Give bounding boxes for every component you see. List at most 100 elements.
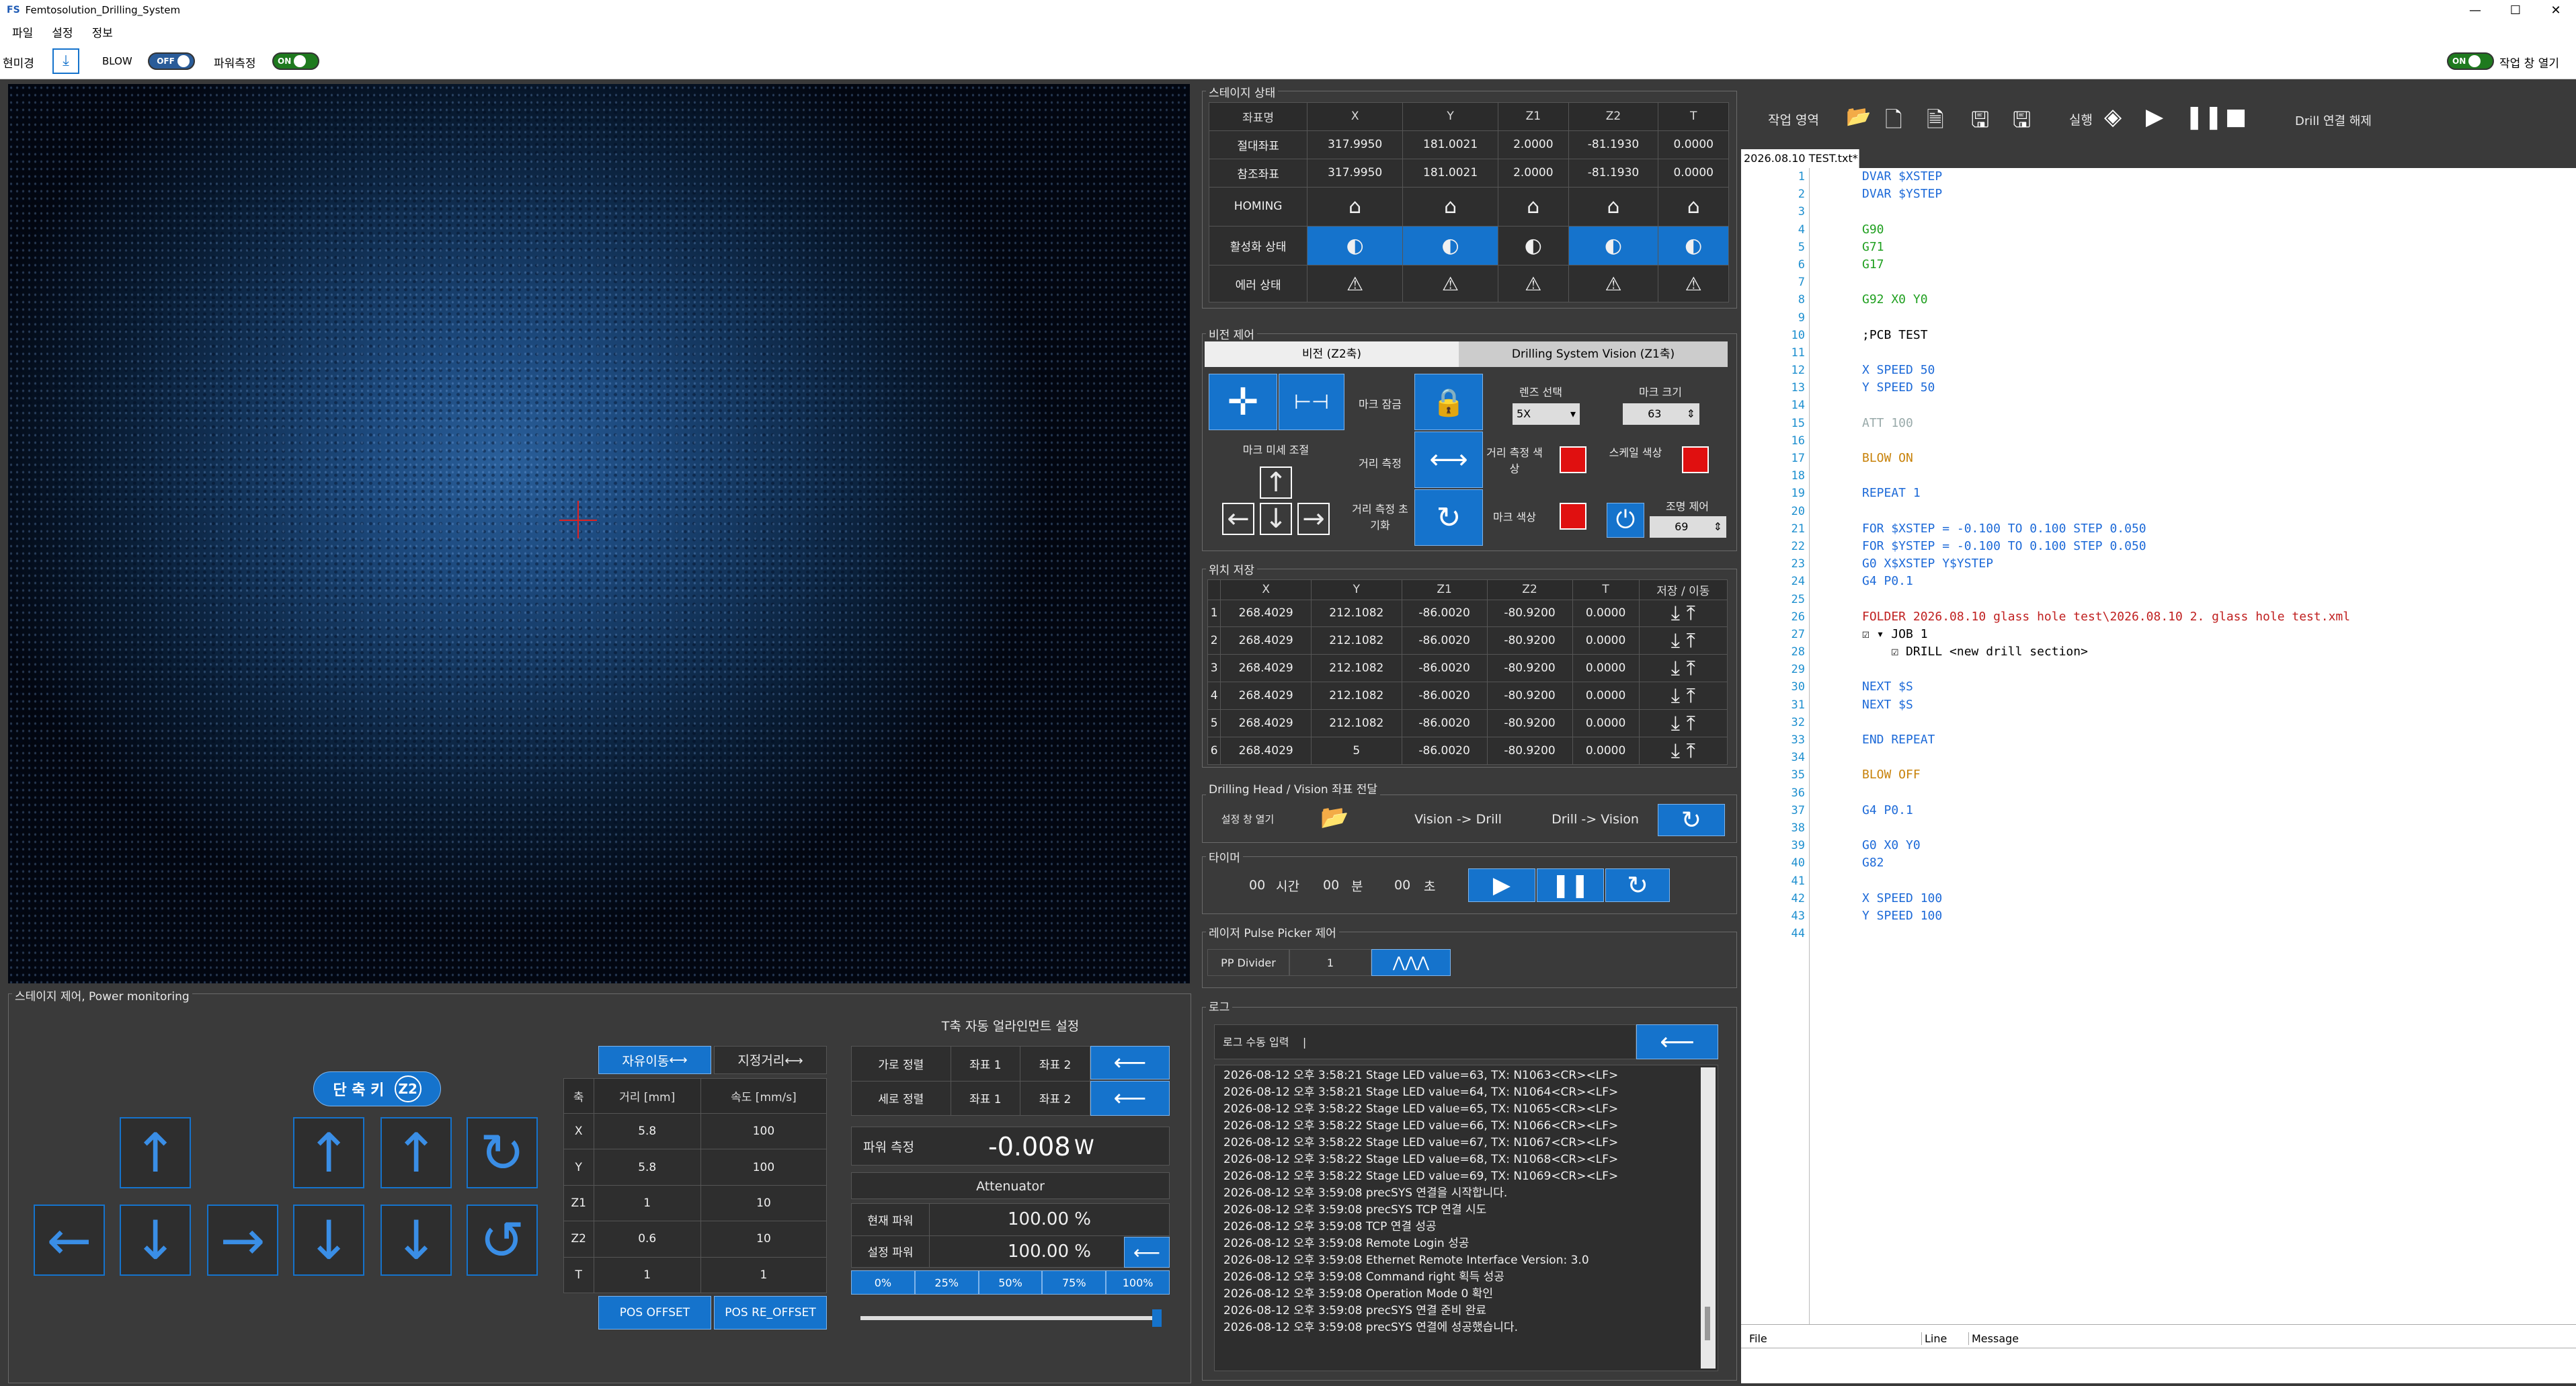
home-icon[interactable]: ⌂ [1307,186,1404,227]
dist-cell[interactable]: 5.8 [593,1149,701,1186]
transfer-refresh-button[interactable]: ↻ [1658,804,1725,836]
menu-settings[interactable]: 설정 [52,24,73,40]
speed-cell[interactable]: 1 [700,1256,828,1294]
save-move-icons[interactable]: ⤓ ⤒ [1638,599,1728,628]
fixed-distance-button[interactable]: 지정거리⟷ [714,1046,827,1074]
menu-file[interactable]: 파일 [12,24,33,40]
free-move-button[interactable]: 자유이동 ⟷ [598,1046,711,1074]
distance-measure-button[interactable]: ⟷ [1414,432,1483,488]
work-window-toggle[interactable]: ON [2447,52,2494,70]
save-move-icons[interactable]: ⤓ ⤒ [1638,682,1728,710]
code-editor[interactable]: 1 2 3 4 5 6 7 8 9 10 11 12 13 14 15 16 17 18 19 20 21 22 23 24 2… [1741,168,2576,1344]
tab-vision-z2[interactable]: 비전 (Z2축) [1205,341,1459,367]
run-pause-icon[interactable]: ❚❚ [2185,104,2223,130]
mark-color-swatch[interactable] [1560,503,1586,530]
fine-down-button[interactable]: ↓ [1260,503,1292,535]
new-file-icon[interactable]: 🗋 [1885,105,1902,141]
lock-icon[interactable]: 🔒 [1414,374,1483,430]
toggle-icon[interactable]: ◐ [1307,225,1404,266]
home-icon[interactable]: ⌂ [1498,186,1569,227]
speed-cell[interactable]: 10 [700,1184,828,1222]
log-scrollbar[interactable] [1701,1067,1716,1369]
h-coord2[interactable]: 좌표 2 [1020,1046,1090,1082]
fine-left-button[interactable]: ← [1222,503,1254,535]
dist-cell[interactable]: 0.6 [593,1221,701,1258]
pct-75-button[interactable]: 75% [1042,1270,1106,1295]
v-align-enter-button[interactable]: ⟵ [1090,1081,1170,1116]
pulse-apply-button[interactable]: ⋀⋀⋀ [1371,949,1451,976]
jog-z1-up-button[interactable]: ↑ [293,1117,364,1188]
minimize-icon[interactable]: — [2455,3,2495,17]
blow-toggle[interactable]: OFF [148,52,195,70]
menu-info[interactable]: 정보 [92,24,113,40]
fine-up-button[interactable]: ↑ [1260,466,1292,499]
power-slider-track[interactable] [860,1316,1162,1320]
jog-z1-down-button[interactable]: ↓ [293,1205,364,1276]
save-move-icons[interactable]: ⤓ ⤒ [1638,654,1728,683]
save-icon[interactable]: 🖫 [1971,105,1989,141]
scale-color-swatch[interactable] [1682,446,1709,473]
light-power-button[interactable]: ⏻ [1607,503,1644,538]
code-text[interactable]: DVAR $XSTEP DVAR $YSTEP G90 G71 G17 G92 X0 Y0… [1862,168,2350,942]
speed-cell[interactable]: 100 [700,1149,828,1186]
jog-t-ccw-button[interactable]: ↺ [467,1205,538,1276]
file-icon[interactable]: 🗎 [1927,105,1944,141]
save-as-icon[interactable]: 🖫 [2013,105,2031,141]
jog-z2-up-button[interactable]: ↑ [380,1117,452,1188]
speed-cell[interactable]: 10 [700,1221,828,1258]
fine-right-button[interactable]: → [1297,503,1330,535]
folder-open-icon[interactable]: 📂 [1320,804,1354,833]
home-icon[interactable]: ⌂ [1402,186,1499,227]
dist-cell[interactable]: 1 [593,1256,701,1294]
log-input-field[interactable]: 로그 수동 입력 | [1214,1024,1636,1059]
mark-size-stepper[interactable]: 63 ⇕ [1623,403,1699,425]
v-coord2[interactable]: 좌표 2 [1020,1080,1090,1116]
jog-x-plus-button[interactable]: → [207,1205,278,1276]
maximize-icon[interactable]: ☐ [2495,3,2536,17]
speed-cell[interactable]: 100 [700,1112,828,1150]
dist-color-swatch[interactable] [1560,446,1586,473]
run-play-icon[interactable]: ▶ [2146,104,2163,130]
jog-y-minus-button[interactable]: ↓ [120,1205,191,1276]
folder-icon[interactable]: 📂 [1846,105,1871,128]
dist-cell[interactable]: 1 [593,1184,701,1222]
editor-tab[interactable]: 2026.08.10 TEST.txt* [1741,149,1859,168]
camera-view[interactable] [8,84,1190,983]
pct-0-button[interactable]: 0% [851,1270,915,1295]
jog-y-plus-button[interactable]: ↑ [120,1117,191,1188]
toggle-icon[interactable]: ◐ [1498,225,1569,266]
h-align-enter-button[interactable]: ⟵ [1090,1046,1170,1079]
jog-t-cw-button[interactable]: ↻ [467,1117,538,1188]
pp-divider-input[interactable]: 1 [1289,949,1371,976]
pos-offset-button[interactable]: POS OFFSET [598,1296,711,1330]
power-slider-thumb[interactable] [1152,1309,1162,1327]
jog-x-minus-button[interactable]: ← [34,1205,105,1276]
shortcut-button[interactable]: 단 축 키 Z2 [313,1071,441,1106]
timer-play-button[interactable]: ▶ [1468,868,1535,902]
home-icon[interactable]: ⌂ [1658,186,1729,227]
run-stop-icon[interactable]: ■ [2225,104,2247,130]
distance-reset-button[interactable]: ↻ [1414,489,1483,546]
toggle-icon[interactable]: ◐ [1658,225,1729,266]
h-coord1[interactable]: 좌표 1 [950,1046,1021,1082]
log-enter-button[interactable]: ⟵ [1636,1024,1718,1059]
close-icon[interactable]: ✕ [2536,3,2576,17]
v-coord1[interactable]: 좌표 1 [950,1080,1021,1116]
drill-to-vision-button[interactable]: Drill -> Vision [1539,812,1651,827]
jog-z2-down-button[interactable]: ↓ [380,1205,452,1276]
drill-disconnect-button[interactable]: Drill 연결 해제 [2295,112,2372,129]
save-move-icons[interactable]: ⤓ ⤒ [1638,709,1728,738]
timer-pause-button[interactable]: ❚❚ [1537,868,1604,902]
lens-select[interactable]: 5X ▾ [1513,403,1580,425]
pct-25-button[interactable]: 25% [914,1270,979,1295]
download-icon[interactable]: ⤓ [52,48,79,74]
light-stepper[interactable]: 69 ⇕ [1650,516,1726,538]
toggle-icon[interactable]: ◐ [1568,225,1659,266]
dist-cell[interactable]: 5.8 [593,1112,701,1150]
toggle-icon[interactable]: ◐ [1402,225,1499,266]
power-toggle[interactable]: ON [272,52,319,70]
pct-100-button[interactable]: 100% [1106,1270,1170,1295]
layers-icon[interactable]: ◈ [2104,104,2122,130]
crosshair-mark-button[interactable]: ✛ [1209,374,1277,430]
pos-reoffset-button[interactable]: POS RE_OFFSET [714,1296,827,1330]
